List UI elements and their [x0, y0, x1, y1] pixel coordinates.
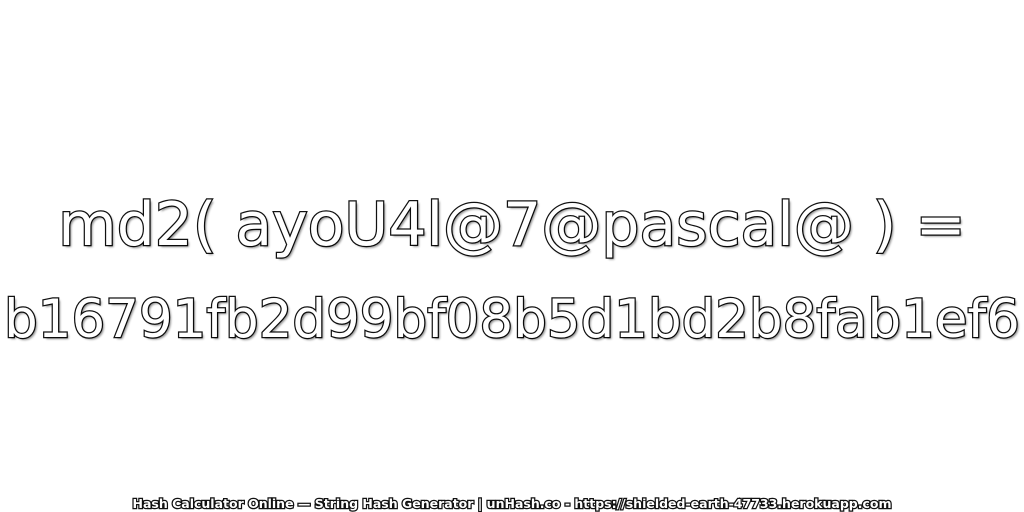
hash-expression: md2( ayoU4l@7@pascal@ ) = [57, 189, 967, 262]
footer-caption: Hash Calculator Online — String Hash Gen… [131, 495, 893, 512]
hash-value: b16791fb2d99bf08b5d1bd2b8fab1ef6 [3, 288, 1021, 352]
